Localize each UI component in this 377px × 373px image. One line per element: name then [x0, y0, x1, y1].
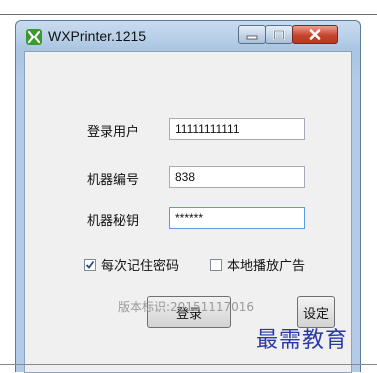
top-divider-line	[0, 14, 377, 15]
version-label: 版本标识:20151117016	[118, 300, 255, 314]
title-bar[interactable]: WXPrinter.1215	[16, 21, 360, 51]
remember-password-label: 每次记住密码	[101, 259, 180, 274]
bottom-divider-line	[0, 364, 377, 365]
remember-password-checkbox[interactable]: 每次记住密码	[84, 255, 179, 274]
close-button[interactable]	[292, 25, 338, 44]
username-input[interactable]: 11111111111	[169, 118, 305, 140]
machine-number-input[interactable]: 838	[169, 166, 305, 188]
checkbox-box[interactable]	[84, 258, 96, 271]
minimize-icon	[246, 25, 258, 44]
close-icon	[309, 25, 321, 44]
local-ads-label: 本地播放广告	[227, 259, 306, 274]
maximize-button[interactable]	[265, 25, 293, 44]
maximize-icon	[273, 25, 285, 44]
machine-key-input[interactable]: ******	[169, 207, 305, 229]
machine-number-label: 机器编号	[87, 173, 140, 188]
window-title: WXPrinter.1215	[48, 28, 147, 44]
checkbox-box[interactable]	[210, 258, 222, 271]
local-ads-checkbox[interactable]: 本地播放广告	[210, 255, 305, 274]
wx-logo-icon	[26, 29, 42, 45]
watermark-text: 最需教育	[256, 328, 349, 353]
minimize-button[interactable]	[238, 25, 266, 44]
check-mark-icon	[85, 260, 95, 269]
machine-key-label: 机器秘钥	[87, 214, 140, 229]
app-window: WXPrinter.1215 登录用户 11111111111 机器编号 838…	[15, 20, 361, 373]
username-label: 登录用户	[87, 125, 140, 140]
